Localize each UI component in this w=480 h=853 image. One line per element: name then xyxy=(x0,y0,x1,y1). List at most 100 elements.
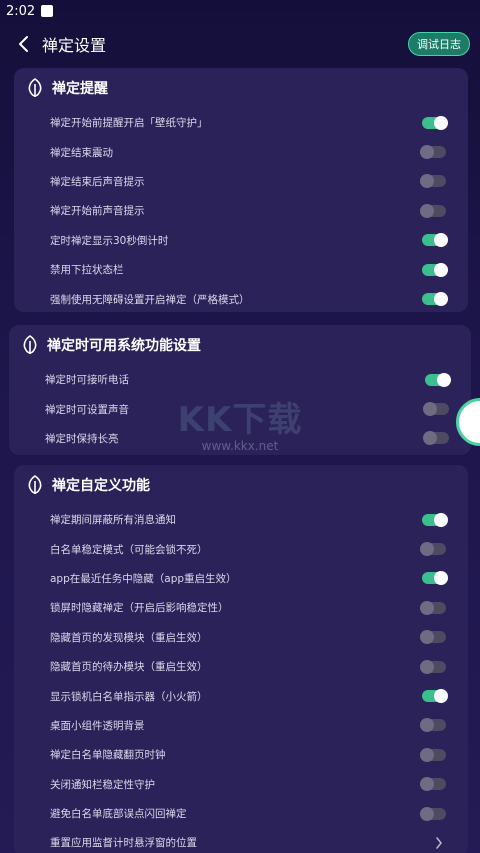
setting-label: 禅定时可接听电话 xyxy=(45,374,129,387)
app-header: 禅定设置 调试日志 xyxy=(0,22,480,66)
page-title: 禅定设置 xyxy=(42,36,107,55)
leaf-icon xyxy=(24,77,46,99)
section-title: 禅定时可用系统功能设置 xyxy=(47,338,201,354)
setting-row[interactable]: 锁屏时隐藏禅定（开启后影响稳定性） xyxy=(14,593,468,622)
setting-label: 避免白名单底部误点闪回禅定 xyxy=(50,808,187,821)
setting-row[interactable]: 显示锁机白名单指示器（小火箭） xyxy=(14,681,468,710)
toggle-knob xyxy=(434,292,448,307)
setting-row[interactable]: app在最近任务中隐藏（app重启生效） xyxy=(14,564,468,593)
status-time: 2:02 xyxy=(6,3,36,19)
section-title: 禅定自定义功能 xyxy=(52,478,150,494)
section-header: 禅定提醒 xyxy=(14,68,468,108)
toggle-knob xyxy=(420,630,434,645)
section-header: 禅定时可用系统功能设置 xyxy=(9,325,471,365)
toggle-knob xyxy=(434,512,448,527)
setting-row[interactable]: 隐藏首页的待办模块（重启生效） xyxy=(14,652,468,681)
toggle-knob xyxy=(434,233,448,248)
leaf-icon xyxy=(19,334,41,356)
toggle-switch[interactable] xyxy=(422,262,448,277)
toggle-knob xyxy=(434,571,448,586)
section-title: 禅定提醒 xyxy=(52,81,108,97)
setting-row[interactable]: 强制使用无障碍设置开启禅定（严格模式） xyxy=(14,284,468,313)
setting-label: 禅定结束震动 xyxy=(50,146,113,159)
toggle-switch[interactable] xyxy=(422,689,448,704)
setting-row[interactable]: 禅定白名单隐藏翻页时钟 xyxy=(14,740,468,769)
toggle-knob xyxy=(420,777,434,792)
toggle-knob xyxy=(420,718,434,733)
toggle-knob xyxy=(420,203,434,218)
setting-row[interactable]: 避免白名单底部误点闪回禅定 xyxy=(14,799,468,828)
setting-row[interactable]: 禅定时可接听电话 xyxy=(9,365,471,394)
toggle-knob xyxy=(437,372,451,387)
setting-label: 强制使用无障碍设置开启禅定（严格模式） xyxy=(50,293,250,306)
setting-label: 白名单稳定模式（可能会锁不死） xyxy=(50,543,208,556)
section-card-system-functions: 禅定时可用系统功能设置 禅定时可接听电话 禅定时可设置声音 禅定时保持长亮 xyxy=(9,325,471,455)
toggle-switch[interactable] xyxy=(420,747,446,762)
toggle-knob xyxy=(420,174,434,189)
toggle-knob xyxy=(423,431,437,446)
toggle-knob xyxy=(420,145,434,160)
toggle-switch[interactable] xyxy=(420,600,446,615)
setting-label: 禅定时保持长亮 xyxy=(45,432,119,445)
setting-row[interactable]: 重置应用监督计时悬浮窗的位置 xyxy=(14,828,468,853)
setting-row[interactable]: 禅定期间屏蔽所有消息通知 xyxy=(14,505,468,534)
setting-label: app在最近任务中隐藏（app重启生效） xyxy=(50,572,237,585)
section-header: 禅定自定义功能 xyxy=(14,465,468,505)
toggle-switch[interactable] xyxy=(420,174,446,189)
toggle-switch[interactable] xyxy=(420,145,446,160)
toggle-knob xyxy=(434,115,448,130)
leaf-icon xyxy=(24,474,46,496)
setting-label: 隐藏首页的发现模块（重启生效） xyxy=(50,631,208,644)
toggle-switch[interactable] xyxy=(420,542,446,557)
setting-row[interactable]: 关闭通知栏稳定性守护 xyxy=(14,770,468,799)
status-bar: 2:02 xyxy=(0,0,480,22)
setting-row[interactable]: 禅定时可设置声音 xyxy=(9,394,471,423)
setting-row[interactable]: 禅定结束震动 xyxy=(14,137,468,166)
debug-log-button[interactable]: 调试日志 xyxy=(408,32,470,56)
setting-label: 定时禅定显示30秒倒计时 xyxy=(50,234,169,247)
setting-label: 关闭通知栏稳定性守护 xyxy=(50,778,155,791)
toggle-switch[interactable] xyxy=(425,372,451,387)
toggle-switch[interactable] xyxy=(423,431,449,446)
setting-row[interactable]: 禁用下拉状态栏 xyxy=(14,255,468,284)
section-card-custom-functions: 禅定自定义功能 禅定期间屏蔽所有消息通知白名单稳定模式（可能会锁不死） app在最… xyxy=(14,465,468,853)
toggle-switch[interactable] xyxy=(420,630,446,645)
toggle-knob xyxy=(423,402,437,417)
toggle-switch[interactable] xyxy=(422,233,448,248)
setting-row[interactable]: 白名单稳定模式（可能会锁不死） xyxy=(14,534,468,563)
setting-label: 禅定开始前声音提示 xyxy=(50,205,145,218)
setting-label: 禁用下拉状态栏 xyxy=(50,264,124,277)
setting-row[interactable]: 桌面小组件透明背景 xyxy=(14,711,468,740)
toggle-switch[interactable] xyxy=(420,659,446,674)
section-card-reminder: 禅定提醒 禅定开始前提醒开启「壁纸守护」 禅定结束震动禅定结束后声音提示 禅定开始前… xyxy=(14,68,468,312)
toggle-switch[interactable] xyxy=(422,512,448,527)
chevron-right-icon[interactable] xyxy=(432,836,446,850)
toggle-switch[interactable] xyxy=(422,571,448,586)
toggle-switch[interactable] xyxy=(422,292,448,307)
setting-label: 隐藏首页的待办模块（重启生效） xyxy=(50,661,208,674)
toggle-switch[interactable] xyxy=(420,718,446,733)
setting-row[interactable]: 定时禅定显示30秒倒计时 xyxy=(14,226,468,255)
back-button[interactable] xyxy=(8,24,38,64)
chevron-left-icon xyxy=(19,36,28,52)
setting-label: 禅定开始前提醒开启「壁纸守护」 xyxy=(50,117,208,130)
toggle-knob xyxy=(434,262,448,277)
setting-row[interactable]: 禅定开始前声音提示 xyxy=(14,196,468,225)
setting-label: 显示锁机白名单指示器（小火箭） xyxy=(50,690,208,703)
toggle-switch[interactable] xyxy=(423,402,449,417)
setting-row[interactable]: 禅定开始前提醒开启「壁纸守护」 xyxy=(14,108,468,137)
toggle-switch[interactable] xyxy=(420,777,446,792)
toggle-knob xyxy=(420,659,434,674)
setting-label: 桌面小组件透明背景 xyxy=(50,719,145,732)
setting-label: 禅定结束后声音提示 xyxy=(50,175,145,188)
setting-label: 锁屏时隐藏禅定（开启后影响稳定性） xyxy=(50,602,229,615)
toggle-switch[interactable] xyxy=(422,115,448,130)
toggle-switch[interactable] xyxy=(420,806,446,821)
toggle-switch[interactable] xyxy=(420,203,446,218)
toggle-knob xyxy=(420,806,434,821)
toggle-knob xyxy=(420,747,434,762)
setting-row[interactable]: 禅定结束后声音提示 xyxy=(14,167,468,196)
setting-row[interactable]: 隐藏首页的发现模块（重启生效） xyxy=(14,623,468,652)
setting-row[interactable]: 禅定时保持长亮 xyxy=(9,424,471,453)
setting-label: 禅定时可设置声音 xyxy=(45,403,129,416)
